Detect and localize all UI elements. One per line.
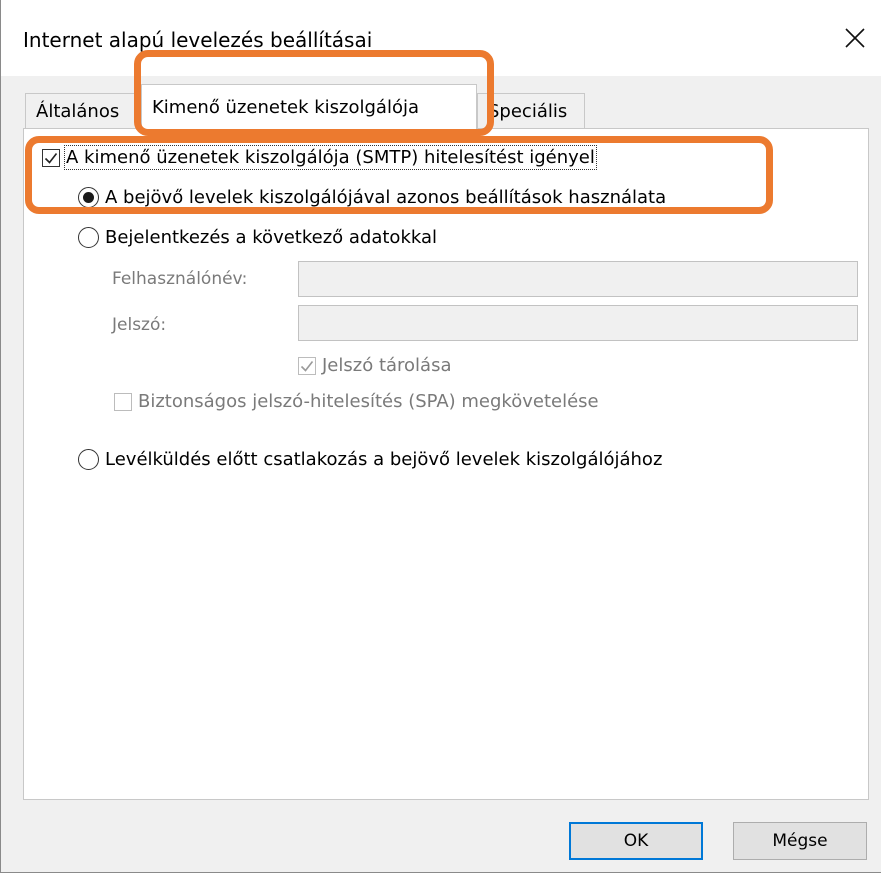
password-input[interactable] bbox=[298, 305, 858, 341]
radio-login[interactable] bbox=[78, 227, 99, 248]
tab-strip: Általános Kimenő üzenetek kiszolgálója S… bbox=[1, 76, 881, 129]
tab-advanced-label: Speciális bbox=[488, 100, 568, 122]
radio-login-label: Bejelentkezés a következő adatokkal bbox=[105, 227, 438, 248]
spa-option[interactable]: Biztonságos jelszó-hitelesítés (SPA) meg… bbox=[114, 391, 599, 412]
tab-advanced[interactable]: Speciális bbox=[477, 93, 585, 128]
close-button[interactable] bbox=[835, 18, 875, 58]
radio-connect-incoming[interactable] bbox=[78, 449, 99, 470]
radio-same-settings-option[interactable]: A bejövő levelek kiszolgálójával azonos … bbox=[78, 187, 666, 208]
radio-same-settings[interactable] bbox=[78, 187, 99, 208]
close-icon bbox=[845, 28, 865, 48]
tab-outgoing-server-label: Kimenő üzenetek kiszolgálója bbox=[152, 96, 420, 118]
radio-connect-incoming-option[interactable]: Levélküldés előtt csatlakozás a bejövő l… bbox=[78, 449, 662, 470]
smtp-auth-label: A kimenő üzenetek kiszolgálója (SMTP) hi… bbox=[64, 145, 597, 170]
smtp-auth-checkbox[interactable] bbox=[42, 148, 60, 167]
tab-general-label: Általános bbox=[36, 100, 120, 122]
radio-login-option[interactable]: Bejelentkezés a következő adatokkal bbox=[78, 227, 437, 248]
checkmark-icon bbox=[300, 360, 314, 372]
tab-general[interactable]: Általános bbox=[25, 93, 149, 128]
radio-selected-dot bbox=[83, 192, 94, 203]
dialog-window: Internet alapú levelezés beállításai Ált… bbox=[0, 0, 881, 873]
cancel-button[interactable]: Mégse bbox=[733, 822, 867, 860]
spa-checkbox[interactable] bbox=[114, 392, 132, 411]
spa-label: Biztonságos jelszó-hitelesítés (SPA) meg… bbox=[138, 391, 599, 412]
tab-outgoing-server[interactable]: Kimenő üzenetek kiszolgálója bbox=[141, 84, 477, 129]
smtp-auth-option[interactable]: A kimenő üzenetek kiszolgálója (SMTP) hi… bbox=[42, 145, 597, 170]
tab-panel-outgoing: A kimenő üzenetek kiszolgálója (SMTP) hi… bbox=[23, 128, 869, 800]
checkmark-icon bbox=[44, 152, 58, 164]
username-input[interactable] bbox=[298, 261, 858, 297]
remember-password-option[interactable]: Jelszó tárolása bbox=[298, 355, 452, 376]
username-label: Felhasználónév: bbox=[112, 269, 248, 289]
radio-same-settings-label: A bejövő levelek kiszolgálójával azonos … bbox=[105, 187, 667, 208]
password-label: Jelszó: bbox=[112, 315, 167, 335]
window-title: Internet alapú levelezés beállításai bbox=[23, 28, 373, 52]
remember-password-checkbox[interactable] bbox=[298, 356, 316, 375]
ok-button[interactable]: OK bbox=[569, 822, 703, 860]
title-bar: Internet alapú levelezés beállításai bbox=[1, 0, 881, 76]
remember-password-label: Jelszó tárolása bbox=[322, 355, 452, 376]
radio-connect-incoming-label: Levélküldés előtt csatlakozás a bejövő l… bbox=[105, 449, 663, 470]
